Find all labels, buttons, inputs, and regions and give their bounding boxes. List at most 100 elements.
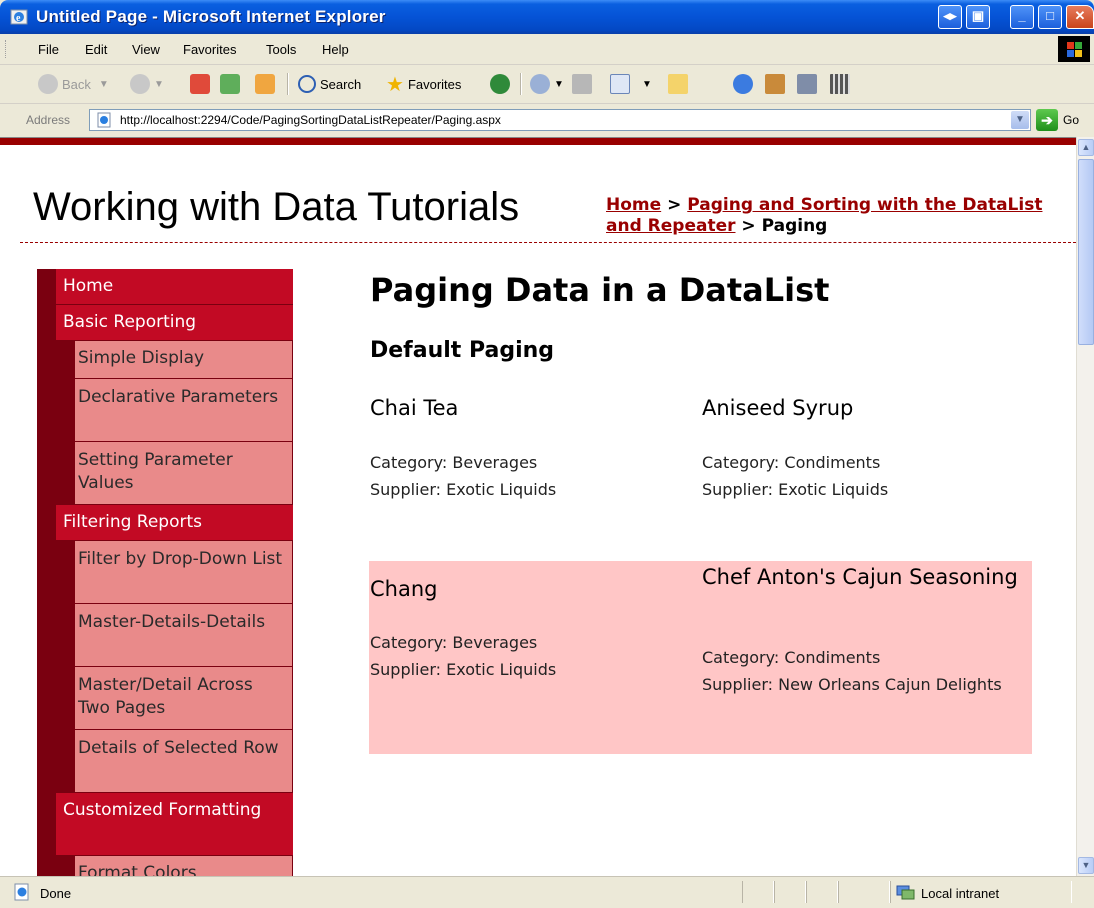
sidebar-item-filtering-reports[interactable]: Filtering Reports xyxy=(37,505,293,541)
toolbar-separator xyxy=(287,73,289,95)
internet-explorer-icon: e xyxy=(10,9,28,25)
sidebar-item-format-colors[interactable]: Format Colors xyxy=(37,856,293,877)
menu-help[interactable]: Help xyxy=(322,42,349,57)
back-label: Back xyxy=(62,76,91,92)
home-button[interactable] xyxy=(255,72,279,96)
favorites-star-icon: ★ xyxy=(386,73,404,96)
status-bar: Done Local intranet xyxy=(0,876,1094,908)
go-button[interactable]: Go xyxy=(1063,113,1079,127)
go-arrow-icon[interactable]: ➔ xyxy=(1036,109,1058,131)
favorites-button[interactable]: ★ Favorites xyxy=(386,72,461,96)
sidebar-item-basic-reporting[interactable]: Basic Reporting xyxy=(37,305,293,341)
sidebar-item-home[interactable]: Home xyxy=(37,269,293,305)
address-dropdown-icon[interactable]: ▼ xyxy=(1011,111,1029,129)
product-name: Chai Tea xyxy=(370,396,459,420)
scroll-up-icon[interactable]: ▲ xyxy=(1078,139,1094,156)
vertical-scrollbar[interactable]: ▲ ▼ xyxy=(1076,137,1094,876)
media-button[interactable]: ▣ xyxy=(966,5,990,29)
local-intranet-icon xyxy=(896,885,915,900)
status-pane xyxy=(838,881,890,903)
research-button[interactable] xyxy=(765,72,789,96)
scroll-thumb[interactable] xyxy=(1078,159,1094,345)
scroll-down-icon[interactable]: ▼ xyxy=(1078,857,1094,874)
section-heading: Default Paging xyxy=(370,338,555,363)
status-text: Done xyxy=(40,886,72,901)
mail-dropdown-icon: ▼ xyxy=(554,78,564,90)
grid-icon xyxy=(830,74,850,94)
breadcrumb-home-link[interactable]: Home xyxy=(606,195,661,215)
menu-favorites[interactable]: Favorites xyxy=(183,42,236,57)
svg-text:e: e xyxy=(16,13,21,24)
sidebar-item-setting-parameter-values[interactable]: Setting Parameter Values xyxy=(37,442,293,505)
print-button[interactable] xyxy=(572,72,596,96)
grid-button[interactable] xyxy=(830,72,854,96)
mail-icon xyxy=(530,74,550,94)
product-supplier: Supplier: Exotic Liquids xyxy=(370,480,557,499)
breadcrumb-separator: > xyxy=(661,195,688,215)
sidebar-item-master-details-details[interactable]: Master-Details-Details xyxy=(37,604,293,667)
sidebar-item-details-of-selected-row[interactable]: Details of Selected Row xyxy=(37,730,293,793)
search-button[interactable]: Search xyxy=(298,72,361,96)
address-label: Address xyxy=(26,113,71,127)
edit-button[interactable]: ▼ xyxy=(610,72,652,96)
sidebar-item-declarative-parameters[interactable]: Declarative Parameters xyxy=(37,379,293,442)
tools-button[interactable] xyxy=(797,72,821,96)
maximize-button[interactable]: □ xyxy=(1038,5,1062,29)
print-icon xyxy=(572,74,592,94)
menu-view[interactable]: View xyxy=(132,42,160,57)
stop-button[interactable] xyxy=(190,72,214,96)
window-title: Untitled Page - Microsoft Internet Explo… xyxy=(36,7,386,26)
forward-button[interactable]: ▼ xyxy=(130,72,164,96)
sidebar-item-customized-formatting[interactable]: Customized Formatting xyxy=(37,793,293,856)
mail-button[interactable]: ▼ xyxy=(530,72,564,96)
close-button[interactable]: ✕ xyxy=(1066,5,1094,29)
product-supplier: Supplier: Exotic Liquids xyxy=(702,480,889,499)
discuss-button[interactable] xyxy=(668,72,692,96)
breadcrumb: Home > Paging and Sorting with the DataL… xyxy=(606,195,1046,237)
minimize-button[interactable]: _ xyxy=(1010,5,1034,29)
status-pane xyxy=(742,881,774,903)
window-title-bar[interactable]: e Untitled Page - Microsoft Internet Exp… xyxy=(0,0,1094,34)
search-icon xyxy=(298,75,316,93)
back-button[interactable]: Back ▼ xyxy=(38,72,109,96)
product-category: Category: Condiments xyxy=(702,453,881,472)
menu-edit[interactable]: Edit xyxy=(85,42,107,57)
menu-bar: File Edit View Favorites Tools Help xyxy=(0,34,1094,65)
home-icon xyxy=(255,74,275,94)
product-name: Chef Anton's Cajun Seasoning xyxy=(702,565,1018,589)
product-category: Category: Beverages xyxy=(370,633,538,652)
status-pane xyxy=(774,881,806,903)
media-button[interactable] xyxy=(490,72,514,96)
page-icon xyxy=(97,112,111,128)
close-icon: ✕ xyxy=(1074,8,1086,23)
sidebar-item-simple-display[interactable]: Simple Display xyxy=(37,341,293,379)
back-arrow-icon xyxy=(38,74,58,94)
refresh-button[interactable] xyxy=(220,72,244,96)
edit-dropdown-icon: ▼ xyxy=(642,78,652,90)
address-input[interactable]: http://localhost:2294/Code/PagingSorting… xyxy=(89,109,1031,131)
favorites-label: Favorites xyxy=(407,76,462,92)
menu-file[interactable]: File xyxy=(38,42,59,57)
menu-grip[interactable] xyxy=(5,40,9,58)
sidebar-nav: Home Basic Reporting Simple Display Decl… xyxy=(37,269,293,877)
breadcrumb-current: Paging xyxy=(761,216,828,236)
word-icon xyxy=(610,74,630,94)
window-icon: ▣ xyxy=(971,8,985,23)
messenger-button[interactable] xyxy=(733,72,757,96)
sidebar-item-filter-by-dropdown[interactable]: Filter by Drop-Down List xyxy=(37,541,293,604)
stop-icon xyxy=(190,74,210,94)
header-stripe xyxy=(0,138,1076,145)
sidebar-item-master-detail-across-pages[interactable]: Master/Detail Across Two Pages xyxy=(37,667,293,730)
minimize-icon: _ xyxy=(1018,8,1026,23)
search-label: Search xyxy=(320,76,362,92)
globe-icon xyxy=(733,74,753,94)
product-name: Chang xyxy=(370,577,438,601)
tools-icon xyxy=(797,74,817,94)
toolbar-separator xyxy=(520,73,522,95)
security-zone-label: Local intranet xyxy=(921,886,1000,901)
product-category: Category: Condiments xyxy=(702,648,881,667)
windows-logo-icon xyxy=(1058,36,1090,62)
forward-arrow-icon xyxy=(130,74,150,94)
help-button[interactable]: ◂▸ xyxy=(938,5,962,29)
menu-tools[interactable]: Tools xyxy=(266,42,296,57)
